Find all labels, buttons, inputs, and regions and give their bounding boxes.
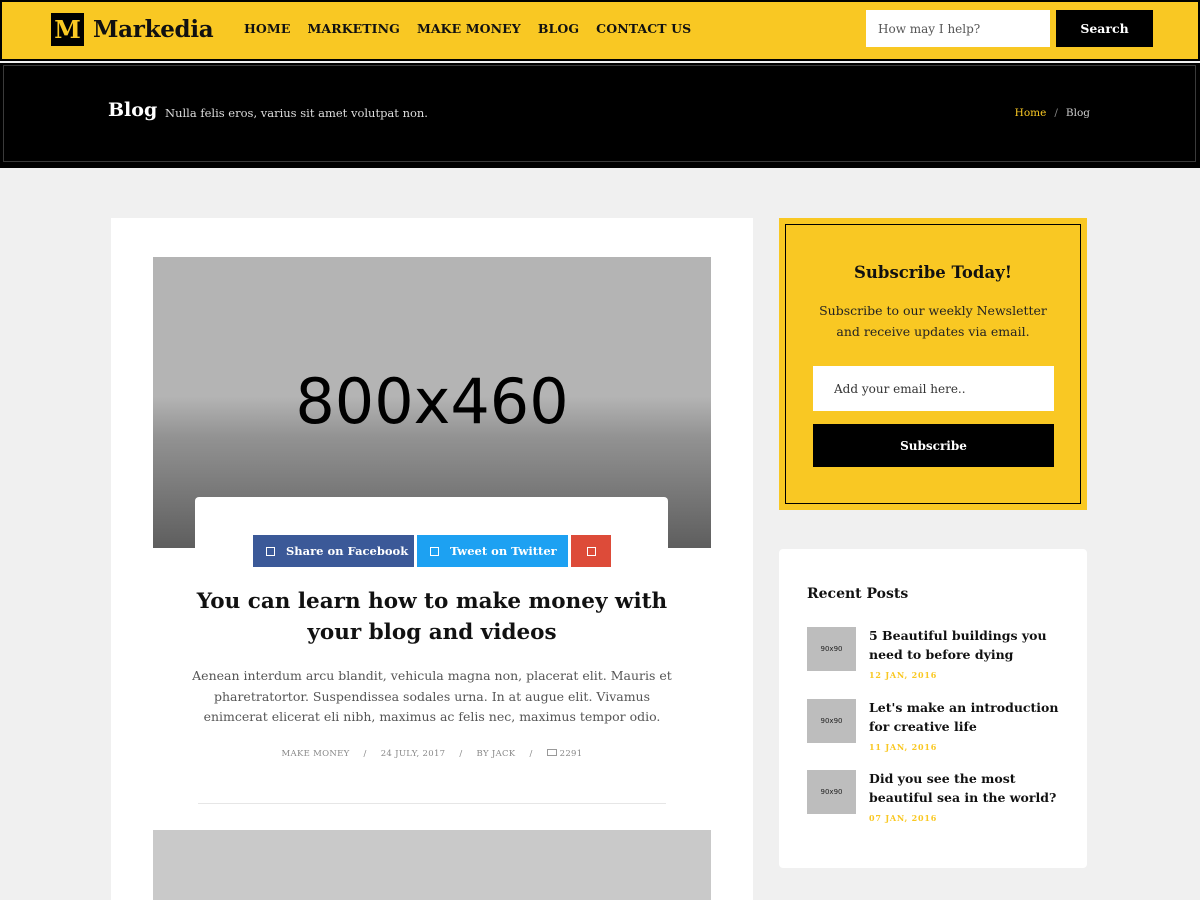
subscribe-button[interactable]: Subscribe <box>813 424 1054 467</box>
subscribe-widget: Subscribe Today! Subscribe to our weekly… <box>779 218 1087 510</box>
page-banner: Blog Nulla felis eros, varius sit amet v… <box>0 63 1200 168</box>
breadcrumb-home-link[interactable]: Home <box>1015 107 1047 119</box>
recent-post-title[interactable]: Let's make an introduction for creative … <box>869 699 1067 736</box>
subscribe-title: Subscribe Today! <box>854 263 1012 282</box>
page-title: Blog <box>108 99 158 121</box>
post-title[interactable]: You can learn how to make money with you… <box>171 586 693 648</box>
search-input[interactable] <box>866 10 1050 47</box>
next-post-image[interactable] <box>153 830 711 900</box>
page-subtitle: Nulla felis eros, varius sit amet volutp… <box>165 106 428 120</box>
meta-separator: / <box>529 749 533 759</box>
post-author-link[interactable]: BY JACK <box>477 749 516 759</box>
recent-post-title[interactable]: 5 Beautiful buildings you need to before… <box>869 627 1067 664</box>
search-button[interactable]: Search <box>1056 10 1153 47</box>
post-category-link[interactable]: MAKE MONEY <box>282 749 350 759</box>
subscribe-description: Subscribe to our weekly Newsletter and r… <box>819 303 1047 339</box>
recent-posts-title: Recent Posts <box>807 586 909 602</box>
share-twitter-button[interactable]: Tweet on Twitter <box>417 535 568 567</box>
post-divider <box>198 803 666 804</box>
image-placeholder-label: 800x460 <box>295 365 569 438</box>
post-date[interactable]: 24 JULY, 2017 <box>381 749 446 759</box>
blog-post-card: 800x460 Share on Facebook Tweet on Twitt… <box>111 218 753 900</box>
nav-item-make-money[interactable]: MAKE MONEY <box>417 21 521 36</box>
nav-item-marketing[interactable]: MARKETING <box>307 21 399 36</box>
post-meta: MAKE MONEY / 24 JULY, 2017 / BY JACK / 2… <box>111 749 753 759</box>
facebook-icon <box>266 546 275 556</box>
twitter-icon <box>430 546 439 556</box>
recent-post-date: 07 JAN, 2016 <box>869 813 938 823</box>
post-comments-link[interactable]: 2291 <box>546 749 583 759</box>
comment-count: 2291 <box>559 749 583 759</box>
recent-post-item[interactable]: 90x90 5 Beautiful buildings you need to … <box>807 627 1067 687</box>
site-header: M Markedia HOME MARKETING MAKE MONEY BLO… <box>0 0 1200 61</box>
share-facebook-button[interactable]: Share on Facebook <box>253 535 414 567</box>
share-twitter-label: Tweet on Twitter <box>450 544 557 558</box>
main-nav: HOME MARKETING MAKE MONEY BLOG CONTACT U… <box>244 21 708 36</box>
recent-post-date: 12 JAN, 2016 <box>869 670 938 680</box>
breadcrumb-current: Blog <box>1065 107 1090 119</box>
meta-separator: / <box>459 749 463 759</box>
recent-post-item[interactable]: 90x90 Let's make an introduction for cre… <box>807 699 1067 759</box>
recent-post-title[interactable]: Did you see the most beautiful sea in th… <box>869 770 1067 807</box>
share-facebook-label: Share on Facebook <box>286 544 409 558</box>
site-logo[interactable]: M Markedia <box>51 13 214 46</box>
nav-item-contact-us[interactable]: CONTACT US <box>596 21 691 36</box>
post-excerpt: Aenean interdum arcu blandit, vehicula m… <box>192 668 672 724</box>
recent-post-thumbnail: 90x90 <box>807 699 856 743</box>
share-google-plus-button[interactable] <box>571 535 611 567</box>
share-buttons: Share on Facebook Tweet on Twitter <box>253 535 614 567</box>
email-field[interactable] <box>813 366 1054 411</box>
recent-post-date: 11 JAN, 2016 <box>869 742 938 752</box>
nav-item-blog[interactable]: BLOG <box>538 21 579 36</box>
breadcrumb-separator: / <box>1054 107 1058 119</box>
comment-icon <box>546 749 557 756</box>
recent-post-thumbnail: 90x90 <box>807 770 856 814</box>
recent-post-item[interactable]: 90x90 Did you see the most beautiful sea… <box>807 770 1067 830</box>
google-plus-icon <box>586 546 596 556</box>
breadcrumb: Home / Blog <box>1015 107 1090 119</box>
meta-separator: / <box>363 749 367 759</box>
recent-post-thumbnail: 90x90 <box>807 627 856 671</box>
logo-text: Markedia <box>93 16 214 43</box>
nav-item-home[interactable]: HOME <box>244 21 290 36</box>
logo-icon: M <box>51 13 84 46</box>
recent-posts-widget: Recent Posts 90x90 5 Beautiful buildings… <box>779 549 1087 868</box>
